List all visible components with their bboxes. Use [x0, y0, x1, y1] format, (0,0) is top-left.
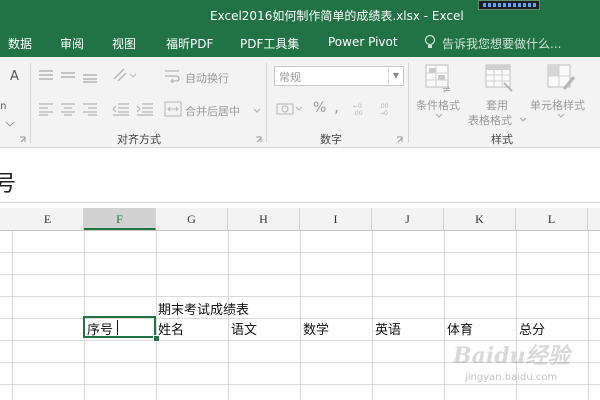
wrap-text-button[interactable]: 自动换行	[185, 70, 229, 86]
svg-text:.00: .00	[379, 103, 389, 110]
tab-pdf-tools[interactable]: PDF工具集	[240, 35, 299, 52]
lightbulb-icon	[424, 34, 436, 48]
tell-me-input[interactable]: 告诉我您想要做什么...	[442, 35, 561, 52]
column-header-f[interactable]: F	[84, 208, 156, 230]
column-header-i[interactable]: I	[300, 208, 372, 230]
gridline	[372, 231, 373, 400]
battery-indicator-icon	[478, 0, 540, 10]
align-right-icon[interactable]	[82, 102, 98, 116]
cell-header-english[interactable]: 英语	[375, 319, 401, 338]
column-header-h[interactable]: H	[228, 208, 300, 230]
increase-decimal-icon[interactable]: ←0.00	[352, 101, 372, 117]
number-dialog-launcher-icon[interactable]	[396, 136, 404, 144]
ribbon-separator	[266, 63, 267, 143]
accounting-format-icon[interactable]	[276, 101, 304, 117]
watermark-url: jingyan.baidu.com	[465, 372, 558, 383]
alignment-group-label: 对齐方式	[117, 133, 161, 146]
merge-center-icon[interactable]	[164, 101, 182, 117]
cell-title[interactable]: 期末考试成绩表	[158, 299, 249, 318]
percent-style-button[interactable]: %	[313, 100, 326, 116]
alignment-dialog-launcher-icon[interactable]	[255, 136, 263, 144]
gridline	[12, 231, 13, 400]
pinyin-guide-label[interactable]: ēn	[0, 101, 7, 112]
svg-text:.00: .00	[353, 110, 363, 117]
window-title: Excel2016如何制作简单的成绩表.xlsx - Excel	[210, 9, 464, 23]
text-cursor	[117, 320, 118, 335]
font-dialog-launcher-icon[interactable]	[19, 136, 27, 144]
cell-styles-button[interactable]: 单元格样式	[530, 97, 585, 113]
number-format-select[interactable]: 常规 ▼	[274, 66, 404, 86]
merge-dropdown-icon[interactable]	[252, 107, 262, 115]
chevron-down-icon: ▼	[388, 67, 403, 85]
column-header-l[interactable]: L	[516, 208, 588, 230]
watermark: Baidu经验 jingyan.baidu.com	[453, 338, 583, 390]
format-as-table-line2[interactable]: 表格格式	[468, 112, 512, 128]
increase-indent-icon[interactable]	[136, 102, 154, 116]
decrease-indent-icon[interactable]	[112, 102, 130, 116]
column-header-k[interactable]: K	[444, 208, 516, 230]
ribbon-tab-bar: 数据 审阅 视图 福昕PDF PDF工具集 Power Pivot 告诉我您想要…	[0, 31, 600, 57]
formula-bar[interactable]: 号	[0, 160, 600, 203]
svg-text:≠: ≠	[442, 83, 451, 95]
title-bar: Excel2016如何制作简单的成绩表.xlsx - Excel	[0, 0, 600, 31]
conditional-formatting-icon[interactable]: ≠	[424, 63, 456, 95]
tab-power-pivot[interactable]: Power Pivot	[328, 35, 398, 49]
column-header-j[interactable]: J	[372, 208, 444, 230]
column-headers: E F G H I J K L	[0, 208, 600, 231]
font-color-dropdown-icon[interactable]	[3, 119, 17, 129]
align-left-icon[interactable]	[38, 102, 54, 116]
formula-bar-content: 号	[0, 172, 17, 197]
column-header-g[interactable]: G	[156, 208, 228, 230]
align-bottom-icon[interactable]	[82, 69, 98, 83]
gridline	[444, 231, 445, 400]
cell-header-math[interactable]: 数学	[303, 319, 329, 338]
tab-foxit-pdf[interactable]: 福昕PDF	[166, 35, 213, 52]
merge-center-button[interactable]: 合并后居中	[185, 103, 240, 119]
conditional-dropdown-icon[interactable]	[434, 112, 444, 120]
cell-styles-dropdown-icon[interactable]	[556, 112, 566, 120]
watermark-logo: Baidu经验	[453, 343, 570, 369]
tab-review[interactable]: 审阅	[60, 35, 84, 52]
styles-group-label: 样式	[491, 133, 513, 146]
format-as-table-line1[interactable]: 套用	[486, 97, 508, 113]
gridline	[588, 231, 589, 400]
active-cell-selection[interactable]	[83, 316, 156, 338]
fill-handle[interactable]	[153, 335, 160, 342]
column-header-e[interactable]: E	[12, 208, 84, 230]
tab-view[interactable]: 视图	[112, 35, 136, 52]
svg-text:→0: →0	[379, 110, 388, 117]
decrease-decimal-icon[interactable]: .00→0	[378, 101, 398, 117]
cell-header-pe[interactable]: 体育	[447, 319, 473, 338]
tab-data[interactable]: 数据	[8, 35, 32, 52]
cell-header-total[interactable]: 总分	[519, 319, 545, 338]
align-middle-icon[interactable]	[60, 69, 76, 83]
number-group-label: 数字	[320, 133, 342, 146]
svg-text:←0: ←0	[353, 103, 362, 110]
ribbon-separator	[408, 63, 409, 143]
number-format-value: 常规	[279, 71, 301, 84]
ribbon: A ēn 自动换行 合并后居中 对齐方式 常规 ▼ % , ←0.00 .00→…	[0, 57, 600, 148]
format-as-table-icon[interactable]	[484, 63, 516, 95]
wrap-text-icon[interactable]	[164, 68, 180, 84]
align-top-icon[interactable]	[38, 69, 54, 83]
cell-styles-icon[interactable]	[546, 63, 578, 95]
cell-header-chinese[interactable]: 语文	[231, 319, 257, 338]
align-center-icon[interactable]	[60, 102, 76, 116]
orientation-icon[interactable]	[112, 67, 138, 83]
format-table-dropdown-icon[interactable]	[518, 116, 528, 124]
conditional-formatting-button[interactable]: 条件格式	[416, 97, 460, 113]
font-color-letter[interactable]: A	[10, 69, 19, 84]
comma-style-button[interactable]: ,	[334, 97, 339, 116]
cell-header-name[interactable]: 姓名	[158, 319, 184, 338]
gridline	[156, 231, 157, 400]
ribbon-separator	[30, 63, 31, 143]
gridline	[300, 231, 301, 400]
